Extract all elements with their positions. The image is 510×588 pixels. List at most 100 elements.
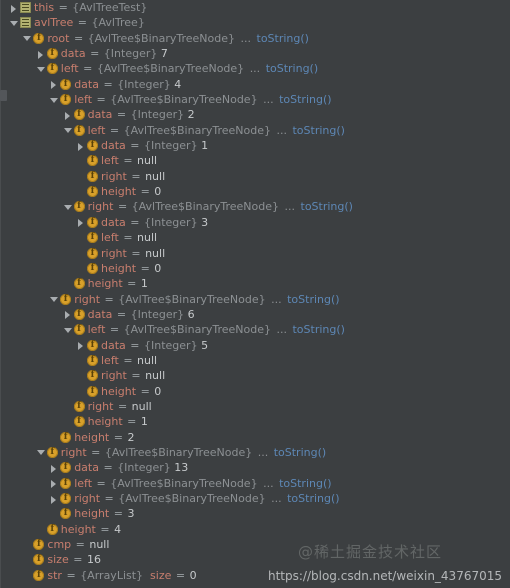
variable-type: {AvlTree$BinaryTreeNode}: [118, 492, 266, 505]
variable-row[interactable]: right = null: [1, 169, 510, 184]
variable-type: {AvlTree$BinaryTreeNode}: [110, 93, 258, 107]
to-string-link[interactable]: toString(): [301, 200, 353, 213]
variable-type: {AvlTreeTest}: [72, 1, 148, 14]
collapse-arrow-icon[interactable]: [9, 16, 20, 31]
variable-row[interactable]: height = 4: [1, 522, 510, 537]
variable-row[interactable]: size = 16: [1, 552, 510, 567]
to-string-link[interactable]: toString(): [279, 93, 331, 106]
variable-value: 5: [201, 338, 209, 352]
collapse-arrow-icon[interactable]: [22, 31, 33, 46]
expand-arrow-icon[interactable]: [63, 108, 74, 123]
variable-row[interactable]: height = 0: [1, 261, 510, 276]
variable-row[interactable]: left = {AvlTree$BinaryTreeNode} ... toSt…: [1, 61, 510, 76]
variable-row[interactable]: data = {Integer} 3: [1, 215, 510, 230]
variable-row[interactable]: right = {AvlTree$BinaryTreeNode} ... toS…: [1, 292, 510, 307]
variable-row[interactable]: height = 1: [1, 276, 510, 291]
expand-arrow-icon[interactable]: [49, 461, 60, 476]
variable-type: {Integer}: [144, 338, 198, 352]
variable-name: right: [101, 246, 127, 260]
expand-arrow-icon[interactable]: [76, 215, 87, 230]
variable-row[interactable]: height = 0: [1, 184, 510, 199]
to-string-link[interactable]: toString(): [292, 323, 344, 336]
field-icon: [73, 108, 85, 121]
expand-arrow-icon[interactable]: [49, 492, 60, 507]
to-string-link[interactable]: toString(): [279, 477, 331, 490]
variable-row[interactable]: right = null: [1, 368, 510, 383]
debugger-variables-tree[interactable]: this = {AvlTreeTest}avlTree = {AvlTree}r…: [0, 0, 510, 588]
variable-row[interactable]: data = {Integer} 1: [1, 138, 510, 153]
to-string-link[interactable]: toString(): [266, 62, 318, 75]
variable-type: {Integer}: [117, 461, 171, 475]
variable-row[interactable]: height = 3: [1, 506, 510, 521]
collection-size-operator: =: [175, 568, 186, 582]
toggle-placeholder: [36, 522, 47, 537]
expand-arrow-icon[interactable]: [76, 139, 87, 154]
variable-row[interactable]: data = {Integer} 4: [1, 77, 510, 92]
variable-row[interactable]: root = {AvlTree$BinaryTreeNode} ... toSt…: [1, 31, 510, 46]
field-icon: [60, 461, 72, 474]
collapse-arrow-icon[interactable]: [63, 323, 74, 338]
variable-row[interactable]: left = {AvlTree$BinaryTreeNode} ... toSt…: [1, 476, 510, 491]
expand-arrow-icon[interactable]: [76, 338, 87, 353]
variable-row[interactable]: data = {Integer} 2: [1, 107, 510, 122]
variable-row[interactable]: data = {Integer} 5: [1, 338, 510, 353]
variable-name: data: [87, 108, 113, 122]
collection-size-label: size: [150, 568, 172, 582]
assignment-operator: =: [100, 522, 110, 536]
assignment-operator: =: [77, 16, 87, 30]
to-string-link[interactable]: toString(): [274, 446, 326, 459]
variable-row[interactable]: right = {AvlTree$BinaryTreeNode} ... toS…: [1, 445, 510, 460]
collapse-arrow-icon[interactable]: [49, 292, 60, 307]
variable-row[interactable]: cmp = null: [1, 537, 510, 552]
variable-name: right: [101, 169, 127, 183]
variable-row[interactable]: height = 1: [1, 414, 510, 429]
field-icon: [73, 323, 85, 336]
collapse-arrow-icon[interactable]: [36, 445, 47, 460]
variable-value: 3: [201, 215, 209, 229]
collapse-arrow-icon[interactable]: [63, 200, 74, 215]
toggle-placeholder: [76, 384, 87, 399]
variable-row[interactable]: this = {AvlTreeTest}: [1, 0, 510, 15]
variable-row[interactable]: data = {Integer} 6: [1, 307, 510, 322]
field-icon: [60, 78, 72, 90]
collapse-arrow-icon[interactable]: [63, 123, 74, 138]
variable-row[interactable]: height = 0: [1, 384, 510, 399]
assignment-operator: =: [104, 492, 114, 505]
assignment-operator: =: [131, 169, 141, 183]
variable-row[interactable]: left = null: [1, 230, 510, 245]
variable-row[interactable]: left = {AvlTree$BinaryTreeNode} ... toSt…: [1, 92, 510, 107]
field-icon: [46, 47, 58, 60]
variable-row[interactable]: str = {ArrayList} size = 0: [1, 568, 510, 583]
variable-row[interactable]: left = {AvlTree$BinaryTreeNode} ... toSt…: [1, 123, 510, 138]
to-string-link[interactable]: toString(): [287, 492, 339, 505]
to-string-link[interactable]: toString(): [257, 32, 309, 45]
collapse-arrow-icon[interactable]: [49, 93, 60, 108]
variable-row[interactable]: left = null: [1, 153, 510, 168]
expand-arrow-icon[interactable]: [49, 476, 60, 491]
expand-arrow-icon[interactable]: [63, 307, 74, 322]
variable-row[interactable]: left = {AvlTree$BinaryTreeNode} ... toSt…: [1, 322, 510, 337]
variable-row[interactable]: avlTree = {AvlTree}: [1, 15, 510, 30]
expand-arrow-icon[interactable]: [9, 1, 20, 16]
variable-row[interactable]: right = null: [1, 399, 510, 414]
to-string-link[interactable]: toString(): [287, 293, 339, 306]
variable-row[interactable]: data = {Integer} 7: [1, 46, 510, 61]
assignment-operator: =: [96, 476, 106, 490]
variable-row[interactable]: height = 2: [1, 430, 510, 445]
to-string-link[interactable]: toString(): [292, 124, 344, 137]
variable-row[interactable]: right = {AvlTree$BinaryTreeNode} ... toS…: [1, 199, 510, 214]
variable-name: height: [60, 522, 96, 536]
variable-row[interactable]: right = null: [1, 246, 510, 261]
variable-row[interactable]: left = null: [1, 353, 510, 368]
collapse-arrow-icon[interactable]: [36, 62, 47, 77]
variable-row[interactable]: data = {Integer} 13: [1, 460, 510, 475]
field-icon: [60, 507, 72, 520]
variable-row[interactable]: right = {AvlTree$BinaryTreeNode} ... toS…: [1, 491, 510, 506]
expand-arrow-icon[interactable]: [36, 47, 47, 62]
expand-arrow-icon[interactable]: [49, 77, 60, 92]
